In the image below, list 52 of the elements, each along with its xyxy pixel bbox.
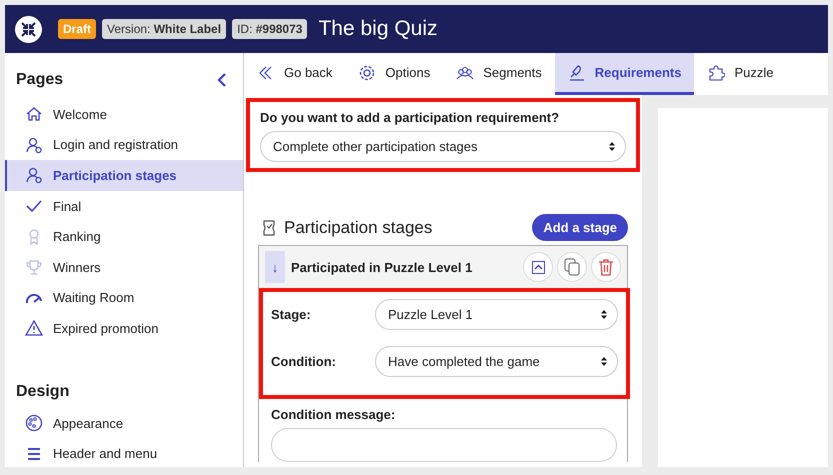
- sidebar-item[interactable]: Expired promotion: [5, 313, 243, 344]
- logo-icon: [15, 16, 42, 42]
- status-badge: Draft: [58, 19, 96, 39]
- user-icon: [25, 136, 43, 154]
- section-title: Participation stages: [284, 218, 432, 238]
- tab[interactable]: Segments: [443, 53, 555, 95]
- tab[interactable]: Options: [345, 53, 444, 95]
- collapse-icon[interactable]: [217, 72, 227, 88]
- sidebar-item[interactable]: Final: [5, 190, 243, 222]
- trophy-icon: [25, 258, 43, 276]
- field-label: Condition message:: [271, 407, 396, 422]
- section-title: Pages: [16, 71, 64, 89]
- field-label: Condition:: [271, 354, 337, 369]
- delete-button[interactable]: [591, 252, 621, 282]
- condition-message-field[interactable]: [271, 428, 617, 462]
- sidebar-item[interactable]: Participation stages: [5, 160, 243, 191]
- sort-icon: [609, 142, 615, 151]
- field-label: Stage:: [271, 307, 312, 322]
- sort-icon: [601, 310, 607, 319]
- puzzle-icon: [707, 64, 726, 82]
- section-title: Design: [16, 382, 70, 401]
- user-icon: [25, 166, 43, 184]
- drag-handle[interactable]: ↓: [265, 251, 285, 283]
- add-stage-button[interactable]: Add a stage: [532, 214, 628, 241]
- condition-select[interactable]: Have completed the game: [375, 346, 618, 377]
- sidebar-item[interactable]: Header and menu: [5, 438, 243, 467]
- duplicate-button[interactable]: [557, 252, 587, 282]
- sidebar-item[interactable]: Winners: [5, 252, 243, 283]
- question-label: Do you want to add a participation requirement?: [260, 110, 560, 125]
- chevron-up-icon: [532, 260, 544, 274]
- house-icon: [25, 105, 43, 124]
- palette-icon: [25, 414, 43, 432]
- tab[interactable]: Go back: [244, 53, 346, 95]
- sort-icon: [601, 357, 607, 366]
- requirement-select[interactable]: Complete other participation stages: [260, 131, 626, 162]
- version-badge: Version: White Label: [102, 19, 226, 39]
- sidebar-item[interactable]: Appearance: [5, 408, 243, 438]
- stage-title: Participated in Puzzle Level 1: [291, 260, 474, 274]
- warning-icon: [25, 319, 43, 338]
- sidebar-item[interactable]: Welcome: [5, 99, 243, 130]
- stage-select[interactable]: Puzzle Level 1: [375, 299, 618, 330]
- sidebar-item[interactable]: Waiting Room: [5, 282, 243, 314]
- page-title: The big Quiz: [318, 17, 438, 41]
- copy-icon: [564, 258, 580, 276]
- tab[interactable]: Puzzle: [694, 53, 787, 95]
- sidebar-item[interactable]: Login and registration: [5, 130, 243, 160]
- tab[interactable]: Requirements: [554, 53, 694, 95]
- gear-icon: [358, 64, 376, 82]
- id-badge: ID: #998073: [232, 19, 308, 39]
- sidebar-item[interactable]: Ranking: [5, 221, 243, 252]
- trash-icon: [598, 258, 614, 276]
- collapse-button[interactable]: [523, 252, 553, 282]
